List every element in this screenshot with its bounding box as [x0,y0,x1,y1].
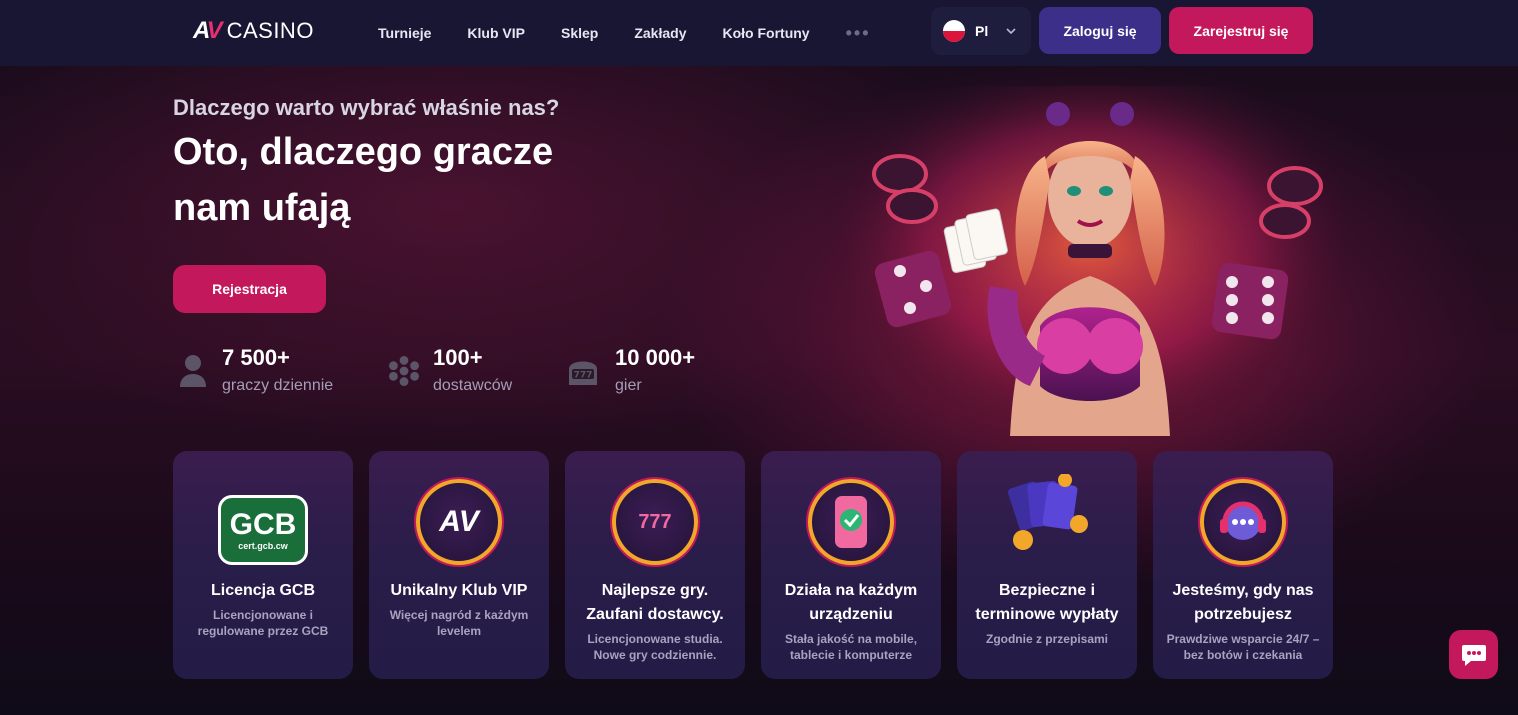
providers-icon [389,351,419,391]
hero-character-illustration [840,86,1340,436]
card-title: Licencja GCB [210,582,316,599]
stat-games: 777 10 000+ gier [565,345,695,395]
more-menu-icon[interactable]: ••• [846,23,871,44]
login-button[interactable]: Zaloguj się [1039,7,1161,54]
card-title: Bezpieczne i terminowe wypłaty [975,582,1119,623]
stat-value: 10 000+ [615,345,696,370]
poland-flag-icon [943,20,965,42]
card-description: Licencjonowane studia. Nowe gry codzienn… [587,632,723,662]
cards-coins-icon [997,471,1097,561]
feature-card-gcb-license[interactable]: GCB cert.gcb.cw Licencja GCB Licencjonow… [173,451,353,679]
stat-value: 7 500+ [222,345,290,370]
dice-right [1211,262,1289,340]
chevron-down-icon [1006,26,1016,37]
registration-button[interactable]: Rejestracja [173,265,326,313]
top-navbar: AV CASINO Turnieje Klub VIP Sklep Zakład… [0,0,1518,66]
hero-title: Oto, dlaczego gracze nam ufają [173,131,554,229]
card-description: Zgodnie z przepisami [985,632,1108,646]
stat-providers: 100+ dostawców [389,345,512,395]
card-title: Najlepsze gry. Zaufani dostawcy. [586,582,724,623]
phone-check-badge [808,479,894,565]
card-title: Działa na każdym urządzeniu [784,582,918,623]
stat-label: graczy dziennie [222,377,334,394]
main-nav: Turnieje Klub VIP Sklep Zakłady Koło For… [378,0,871,66]
user-icon [178,351,208,391]
support-headset-badge [1200,479,1286,565]
card-description: Prawdziwe wsparcie 24/7 – bez botów i cz… [1166,632,1320,662]
nav-item-tournaments[interactable]: Turnieje [378,25,431,41]
feature-card-safe-payouts[interactable]: Bezpieczne i terminowe wypłaty Zgodnie z… [957,451,1137,679]
card-description: Więcej nagród z każdym levelem [389,608,529,638]
register-button[interactable]: Zarejestruj się [1169,7,1313,54]
language-selector[interactable]: Pl [931,7,1031,55]
feature-card-support[interactable]: Jesteśmy, gdy nas potrzebujesz Prawdziwe… [1153,451,1333,679]
chat-support-button[interactable] [1449,630,1498,679]
slot-machine-icon: 777 [565,351,601,391]
stat-label: dostawców [433,377,513,394]
language-code: Pl [975,23,989,39]
feature-card-vip-club[interactable]: AV Unikalny Klub VIP Więcej nagród z każ… [369,451,549,679]
card-description: Licencjonowane i regulowane przez GCB [197,608,329,638]
nav-item-wheel-of-fortune[interactable]: Koło Fortuny [722,25,809,41]
gcb-license-badge: GCB cert.gcb.cw [218,495,308,565]
hero-subtitle: Dlaczego warto wybrać właśnie nas? [173,95,560,120]
feature-card-best-games[interactable]: 777 Najlepsze gry. Zaufani dostawcy. Lic… [565,451,745,679]
chat-bubble-icon [1461,644,1486,666]
nav-item-vip-club[interactable]: Klub VIP [467,25,525,41]
stat-players: 7 500+ graczy dziennie [178,345,333,395]
stat-value: 100+ [433,345,483,370]
card-title: Jesteśmy, gdy nas potrzebujesz [1172,582,1314,623]
card-title: Unikalny Klub VIP [390,582,528,599]
card-description: Stała jakość na mobile, tablecie i kompu… [784,632,918,662]
stat-label: gier [615,377,642,394]
slots-ball-badge: 777 [612,479,698,565]
av-logo-badge: AV [416,479,502,565]
nav-item-bets[interactable]: Zakłady [634,25,686,41]
feature-card-any-device[interactable]: Działa na każdym urządzeniu Stała jakość… [761,451,941,679]
logo-text: CASINO [226,18,314,43]
nav-item-shop[interactable]: Sklep [561,25,598,41]
casino-logo[interactable]: AV CASINO [193,17,314,44]
logo-mark: AV [193,17,223,44]
svg-text:777: 777 [574,371,593,381]
